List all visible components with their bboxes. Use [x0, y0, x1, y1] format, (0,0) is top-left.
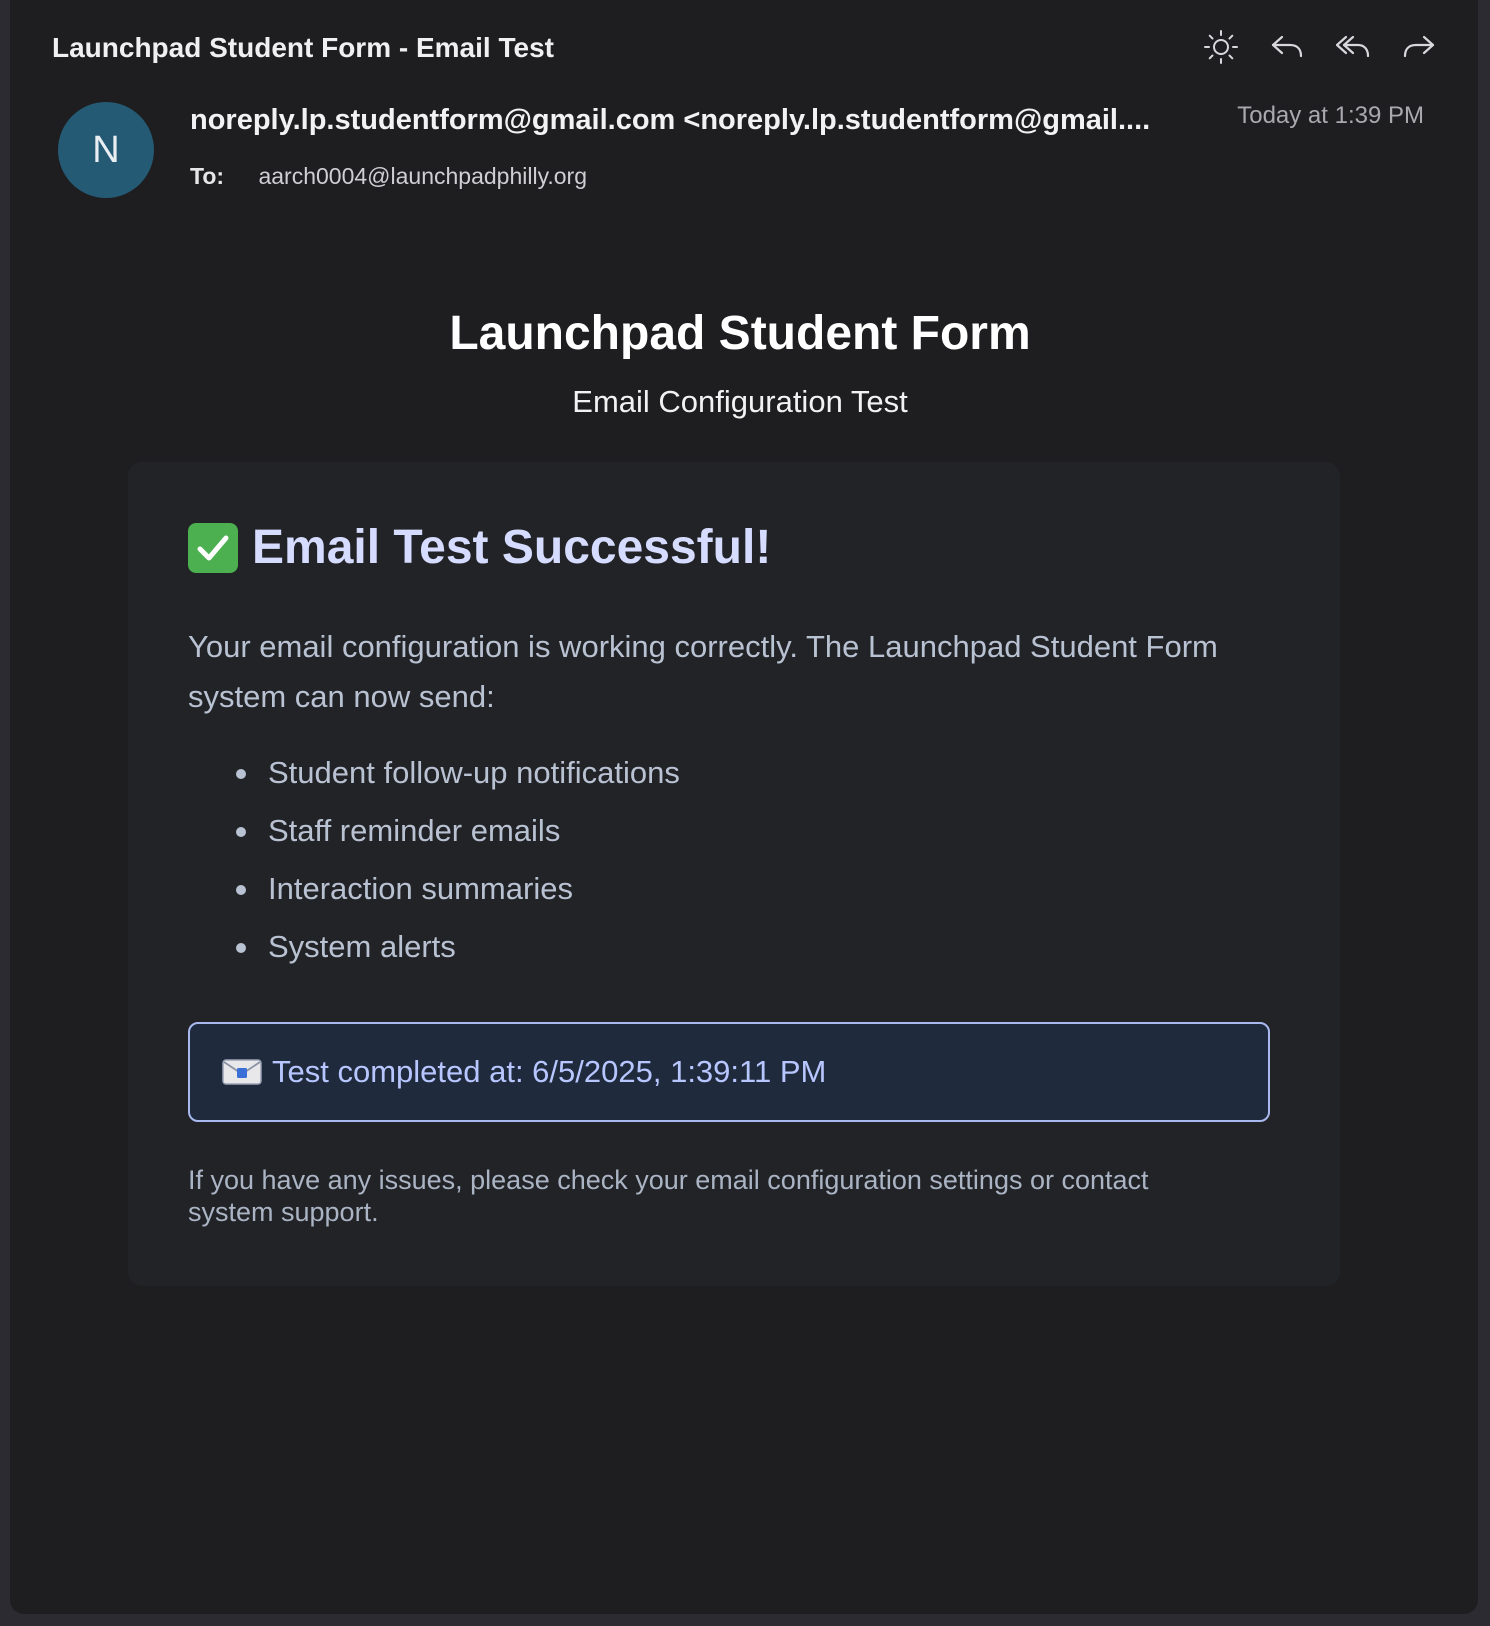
check-mark-icon: [188, 522, 238, 573]
brightness-icon: [1204, 30, 1238, 64]
feature-list: Student follow-up notifications Staff re…: [188, 744, 680, 976]
reply-all-button[interactable]: [1334, 26, 1372, 68]
sender-address[interactable]: noreply.lp.studentform@gmail.com <norepl…: [190, 104, 1170, 137]
intro-paragraph: Your email configuration is working corr…: [188, 629, 1218, 714]
success-heading: Email Test Successful!: [188, 520, 771, 575]
reply-button[interactable]: [1268, 26, 1306, 68]
reply-all-icon: [1335, 35, 1370, 58]
forward-icon: [1403, 35, 1435, 58]
envelope-icon: [222, 1057, 262, 1087]
list-item: Staff reminder emails: [188, 802, 680, 860]
list-item: System alerts: [188, 918, 680, 976]
list-item: Interaction summaries: [188, 860, 680, 918]
message-subtitle: Email Configuration Test: [572, 384, 908, 419]
email-toolbar: [1202, 26, 1438, 68]
brightness-button[interactable]: [1202, 26, 1240, 68]
email-date: Today at 1:39 PM: [1237, 102, 1424, 129]
support-note: If you have any issues, please check you…: [188, 1165, 1149, 1227]
message-card: Email Test Successful! Your email config…: [128, 462, 1340, 1286]
forward-button[interactable]: [1400, 26, 1438, 68]
sender-avatar: N: [58, 102, 154, 198]
message-title: Launchpad Student Form: [449, 307, 1031, 360]
test-completed-text: Test completed at: 6/5/2025, 1:39:11 PM: [272, 1054, 827, 1089]
to-label: To:: [190, 163, 225, 189]
test-completed-notice: Test completed at: 6/5/2025, 1:39:11 PM: [188, 1022, 1270, 1122]
reply-icon: [1271, 35, 1303, 58]
success-heading-text: Email Test Successful!: [252, 521, 772, 574]
email-window: Launchpad Student Form - Email Test N no…: [10, 0, 1478, 1614]
recipient-row: To: aarch0004@launchpadphilly.org: [190, 163, 587, 190]
email-subject: Launchpad Student Form - Email Test: [52, 32, 554, 63]
recipient-address[interactable]: aarch0004@launchpadphilly.org: [258, 163, 587, 189]
list-item: Student follow-up notifications: [188, 744, 680, 802]
